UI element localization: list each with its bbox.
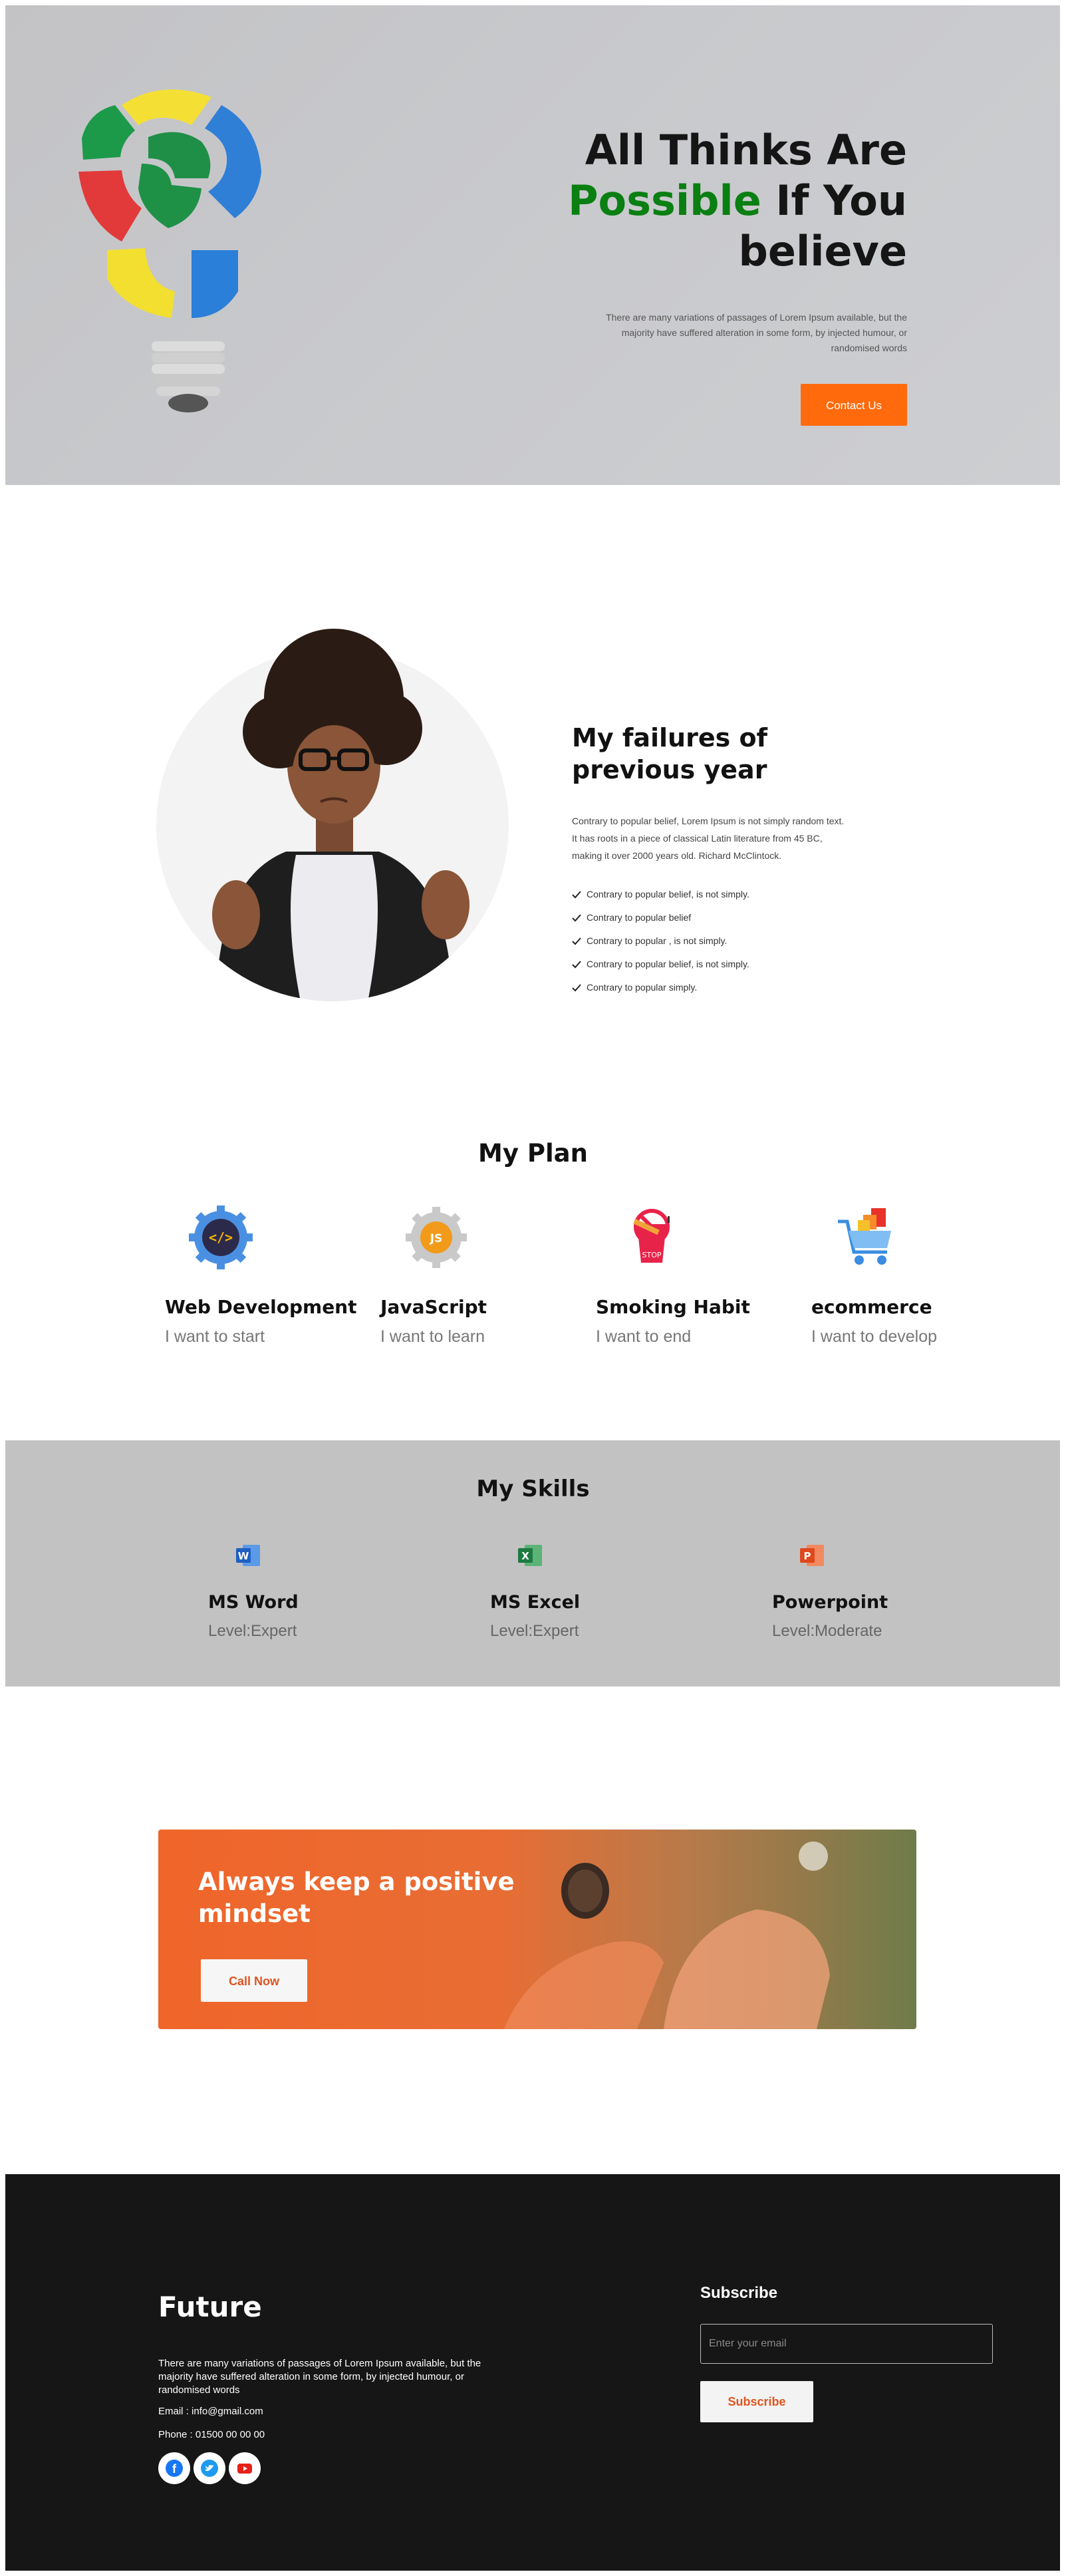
svg-text:W: W [238,1550,249,1562]
list-item-text: Contrary to popular belief [587,912,692,923]
email-field[interactable] [700,2324,993,2364]
skill-item-title: MS Excel [490,1592,581,1613]
puzzle-lightbulb-image [78,89,261,412]
plan-item-subtitle: I want to learn [380,1327,485,1346]
skill-item-title: Powerpoint [772,1592,888,1613]
list-item: Contrary to popular belief, is not simpl… [572,883,851,906]
footer-description: There are many variations of passages of… [158,2358,481,2396]
twitter-link[interactable] [194,2452,225,2484]
hero-title: All Thinks Are Possible If You believe [535,125,907,277]
excel-icon: X [518,1545,542,1566]
youtube-icon [237,2464,252,2474]
svg-text:X: X [521,1550,529,1562]
plan-item-title: JavaScript [380,1296,487,1318]
code-gear-icon: </> [189,1206,253,1269]
footer-email: Email : info@gmail.com [158,2406,263,2417]
call-now-button[interactable]: Call Now [201,1959,307,2002]
list-item-text: Contrary to popular belief, is not simpl… [587,959,749,969]
powerpoint-icon: P [800,1545,824,1566]
plan-item-ecommerce: ecommerce I want to develop [811,1204,1011,1347]
motivation-banner: Always keep a positive mindset Call Now [158,1830,916,2029]
failures-description: Contrary to popular belief, Lorem Ipsum … [572,816,845,861]
hero-title-line3: believe [738,227,907,275]
plan-title: My Plan [478,1139,588,1168]
word-icon: W [236,1545,260,1566]
no-smoking-icon: STOP [633,1209,670,1263]
check-icon [572,937,581,945]
hero-title-highlight: Possible [568,176,761,225]
plan-item-javascript: JS JavaScript I want to learn [380,1204,580,1347]
list-item-text: Contrary to popular belief, is not simpl… [587,889,749,899]
failures-title: My failures of previous year [572,723,768,784]
plan-item-subtitle: I want to develop [811,1327,938,1346]
facebook-icon: f [166,2460,183,2477]
svg-text:</>: </> [209,1229,233,1245]
skill-item-level: Level:Expert [490,1622,579,1640]
svg-text:P: P [804,1550,811,1562]
js-gear-icon: JS [406,1207,467,1268]
skill-item-title: MS Word [208,1592,299,1613]
plan-item-web-development: </> Web Development I want to start [165,1204,364,1347]
plan-item-subtitle: I want to end [596,1327,692,1346]
banner-title: Always keep a positive mindset [198,1867,515,1928]
facebook-link[interactable]: f [158,2452,190,2484]
social-links: f [158,2452,261,2484]
list-item-text: Contrary to popular simply. [587,982,698,993]
footer-brand: Future [158,2291,262,2323]
skill-item-ms-excel: X MS Excel Level:Expert [490,1542,690,1641]
subscribe-title: Subscribe [700,2284,778,2302]
skill-item-level: Level:Moderate [772,1622,882,1640]
skills-title: My Skills [476,1476,590,1502]
plan-item-title: ecommerce [811,1296,932,1318]
list-item: Contrary to popular belief, is not simpl… [572,953,851,976]
contact-us-button[interactable]: Contact Us [801,384,907,426]
hero-section: All Thinks Are Possible If You believe T… [5,5,1060,485]
plan-item-smoking-habit: STOP Smoking Habit I want to end [596,1204,795,1347]
list-item: Contrary to popular simply. [572,976,851,999]
skill-item-ms-word: W MS Word Level:Expert [208,1542,408,1641]
twitter-icon [201,2460,218,2477]
list-item: Contrary to popular , is not simply. [572,929,851,953]
subscribe-button[interactable]: Subscribe [700,2381,813,2422]
svg-text:f: f [172,2462,177,2476]
list-item-text: Contrary to popular , is not simply. [587,935,728,946]
footer-phone: Phone : 01500 00 00 00 [158,2429,265,2440]
failures-list: Contrary to popular belief, is not simpl… [572,883,851,999]
woman-portrait-image [156,629,509,1001]
plan-item-subtitle: I want to start [165,1327,265,1346]
list-item: Contrary to popular belief [572,906,851,929]
plan-item-title: Smoking Habit [596,1296,750,1318]
plan-item-title: Web Development [165,1296,357,1318]
footer: Future There are many variations of pass… [5,2174,1060,2571]
svg-text:STOP: STOP [642,1251,662,1259]
shopping-cart-icon [838,1208,891,1265]
hero-title-line2: If You [761,176,907,225]
check-icon [572,913,581,921]
check-icon [572,983,581,991]
check-icon [572,960,581,968]
youtube-link[interactable] [229,2452,261,2484]
skill-item-powerpoint: P Powerpoint Level:Moderate [772,1542,972,1641]
hero-description: There are many variations of passages of… [606,312,907,353]
check-icon [572,890,581,898]
svg-text:JS: JS [430,1232,443,1245]
hero-title-line1: All Thinks Are [585,126,907,174]
skill-item-level: Level:Expert [208,1622,297,1640]
